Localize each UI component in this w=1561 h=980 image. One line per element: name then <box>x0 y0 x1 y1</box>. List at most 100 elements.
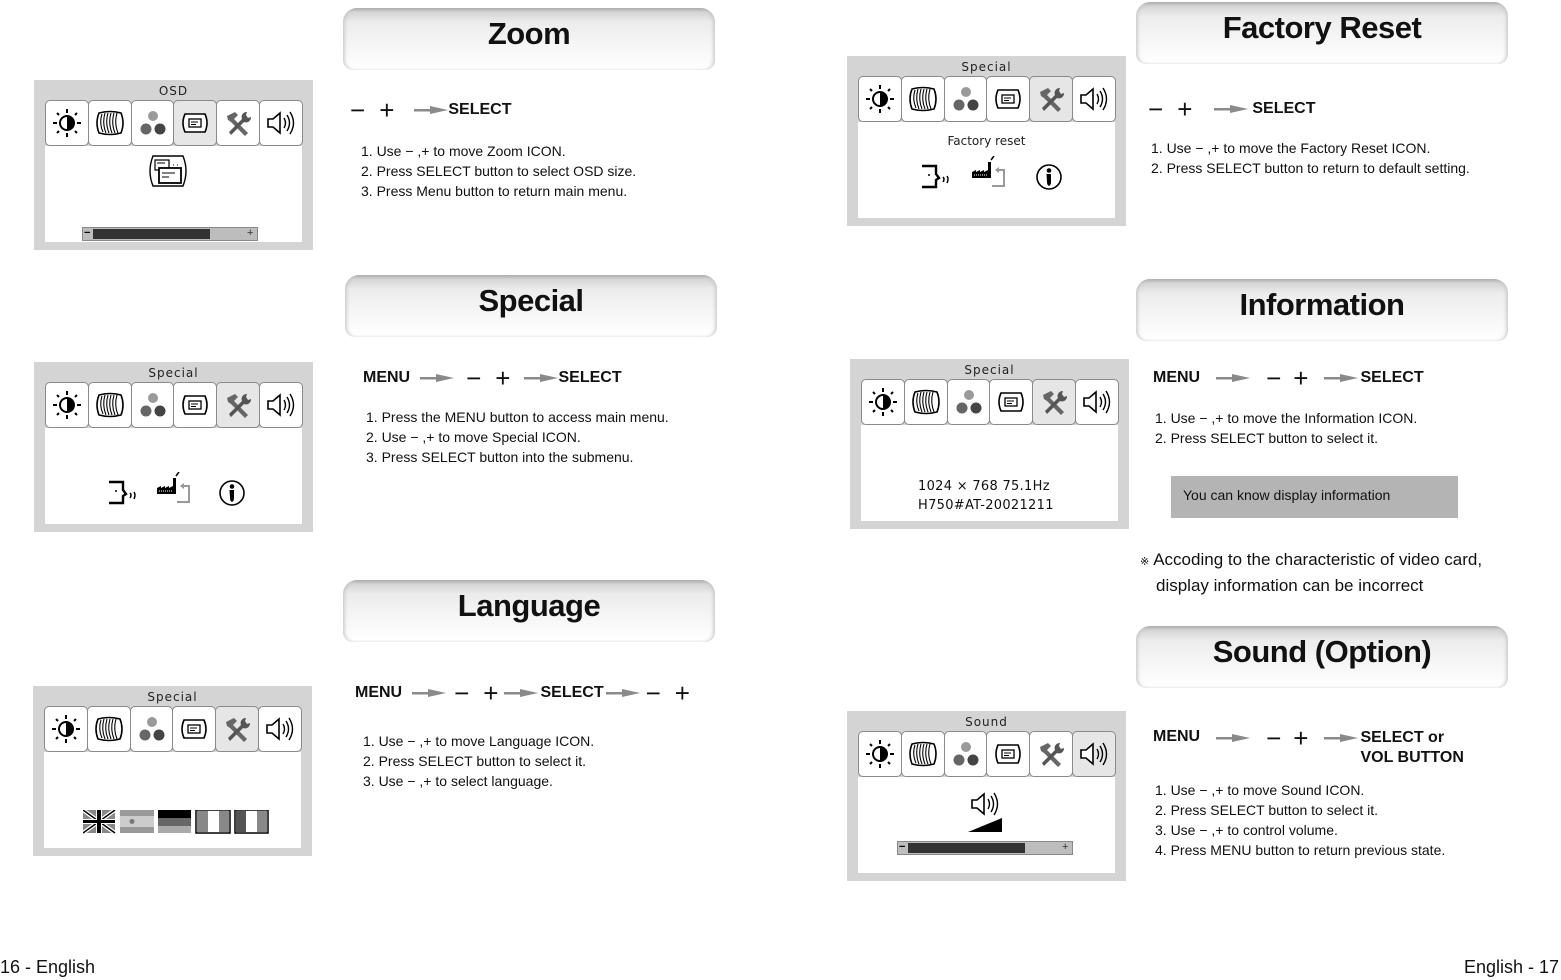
tab-color[interactable] <box>943 76 988 122</box>
note-line: Accoding to the characteristic of video … <box>1153 550 1483 569</box>
tab-sound[interactable] <box>1072 731 1116 777</box>
step: 1. Press the MENU button to access main … <box>366 409 669 425</box>
english-flag[interactable] <box>83 810 117 834</box>
tab-osd[interactable] <box>986 76 1031 122</box>
language-osd-panel: Special <box>33 686 312 856</box>
tab-color[interactable] <box>946 379 991 425</box>
tab-geometry[interactable] <box>87 382 132 428</box>
osd-title: Special <box>961 60 1012 74</box>
tab-sound[interactable] <box>259 382 303 428</box>
tab-osd[interactable] <box>173 382 218 428</box>
tab-special[interactable] <box>1032 379 1077 425</box>
information-steps: 1. Use − ,+ to move the Information ICON… <box>1155 408 1417 448</box>
tab-special[interactable] <box>216 100 261 146</box>
special-section-header: Special <box>345 275 717 337</box>
french-flag[interactable] <box>195 810 231 834</box>
osd-title: Special <box>964 363 1015 377</box>
arrow-right-icon <box>1216 374 1251 382</box>
display-info-readout: 1024 × 768 75.1Hz H750#AT-20021211 <box>918 477 1054 515</box>
tab-osd[interactable] <box>172 706 217 752</box>
tab-brightness[interactable] <box>861 379 905 425</box>
language-steps: 1. Use − ,+ to move Language ICON. 2. Pr… <box>363 731 594 791</box>
tab-color[interactable] <box>130 100 175 146</box>
tab-brightness[interactable] <box>858 731 902 777</box>
brightness-contrast-icon <box>864 84 895 114</box>
arrow-right-icon <box>1214 105 1249 113</box>
tab-geometry[interactable] <box>900 76 945 122</box>
special-tools-icon <box>227 393 252 418</box>
tab-brightness[interactable] <box>858 76 902 122</box>
info-callout-text: You can know display information <box>1183 487 1391 503</box>
step: 3. Use − ,+ to select language. <box>363 773 553 789</box>
tab-special[interactable] <box>216 382 261 428</box>
tab-osd[interactable] <box>986 731 1031 777</box>
tab-sound[interactable] <box>259 100 303 146</box>
factory-reset-icon[interactable] <box>970 156 1006 190</box>
special-title: Special <box>478 283 584 318</box>
osd-size-slider[interactable]: − + <box>82 227 258 241</box>
step: 1. Use − ,+ to move Sound ICON. <box>1155 782 1365 798</box>
tab-osd[interactable] <box>989 379 1034 425</box>
tab-special[interactable] <box>215 706 260 752</box>
minus-button: − <box>466 363 482 393</box>
arrow-right-icon <box>1324 734 1359 742</box>
tab-color[interactable] <box>943 731 988 777</box>
tab-special[interactable] <box>1029 76 1074 122</box>
sound-icon <box>267 111 295 135</box>
arrow-right-icon <box>524 374 559 382</box>
sound-icon <box>1083 390 1111 414</box>
plus-button: + <box>674 678 690 708</box>
osd-submenu-label: Factory reset <box>947 134 1026 148</box>
tab-sound[interactable] <box>1072 76 1116 122</box>
tab-geometry[interactable] <box>903 379 948 425</box>
tab-brightness[interactable] <box>45 100 89 146</box>
zoom-title: Zoom <box>487 16 571 51</box>
special-nav-sequence: MENU − + SELECT <box>363 363 622 393</box>
tab-special[interactable] <box>1029 731 1074 777</box>
slider-fill <box>93 229 210 239</box>
select-button-label: SELECT <box>448 101 512 118</box>
osd-zoom-icon <box>149 155 187 187</box>
resolution-frequency: 1024 × 768 75.1Hz <box>918 479 1050 494</box>
volume-slider[interactable]: − + <box>897 841 1073 855</box>
slider-plus: + <box>1062 841 1069 853</box>
language-section-header: Language <box>343 580 715 642</box>
tab-geometry[interactable] <box>87 100 132 146</box>
tab-color[interactable] <box>130 382 175 428</box>
firmware-version: H750#AT-20021211 <box>918 498 1054 513</box>
slider-plus: + <box>247 227 254 239</box>
sound-steps: 1. Use − ,+ to move Sound ICON. 2. Press… <box>1155 780 1445 860</box>
arrow-right-icon <box>605 689 640 697</box>
zoom-nav-sequence: − + SELECT <box>350 97 512 123</box>
zoom-osd-panel: OSD − + <box>34 80 313 250</box>
special-tools-icon <box>1043 390 1068 415</box>
tab-sound[interactable] <box>1075 379 1119 425</box>
geometry-icon <box>95 392 124 418</box>
select-or-vol-label: SELECT or VOL BUTTON <box>1360 728 1463 768</box>
language-icon[interactable] <box>107 478 139 508</box>
special-tools-icon <box>1040 87 1065 112</box>
arrow-right-icon <box>504 689 539 697</box>
arrow-right-icon <box>412 689 447 697</box>
language-icon[interactable] <box>920 162 952 192</box>
color-icon <box>140 393 166 417</box>
tab-geometry[interactable] <box>900 731 945 777</box>
tab-brightness[interactable] <box>45 382 89 428</box>
factory-reset-section-header: Factory Reset <box>1136 2 1508 64</box>
tab-color[interactable] <box>129 706 174 752</box>
tab-sound[interactable] <box>258 706 302 752</box>
brightness-contrast-icon <box>51 390 82 420</box>
geometry-icon <box>94 716 123 742</box>
slider-minus: − <box>899 841 906 853</box>
italian-flag[interactable] <box>234 810 269 834</box>
german-flag[interactable] <box>158 810 191 833</box>
tab-brightness[interactable] <box>44 706 88 752</box>
spanish-flag[interactable] <box>120 810 154 833</box>
information-icon[interactable] <box>217 478 247 508</box>
factory-reset-icon[interactable] <box>155 472 191 506</box>
slider-minus: − <box>84 227 91 239</box>
tab-geometry[interactable] <box>86 706 131 752</box>
information-icon[interactable] <box>1034 162 1064 192</box>
minus-button: − <box>1266 723 1282 753</box>
tab-osd[interactable] <box>173 100 218 146</box>
